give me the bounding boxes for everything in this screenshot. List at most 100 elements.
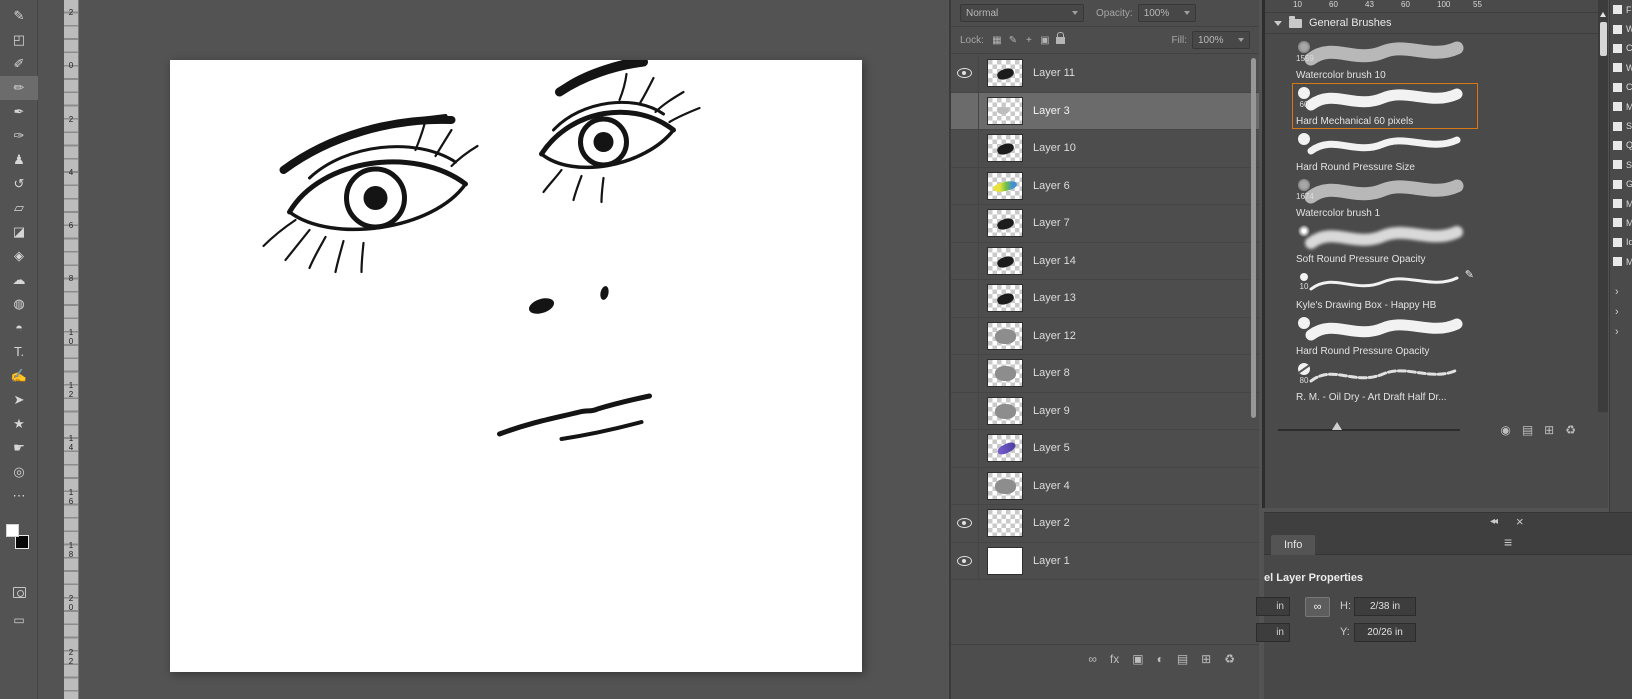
layer-row[interactable]: Layer 14 [951,242,1259,280]
layer-thumbnail[interactable] [987,359,1023,388]
delete-brush-button[interactable]: ♻ [1565,423,1576,437]
delete-layer-button[interactable]: ♻ [1224,652,1235,666]
layer-visibility-toggle[interactable] [951,280,979,317]
layer-thumbnail[interactable] [987,246,1023,275]
history-brush-tool[interactable]: ↺ [0,172,38,196]
layer-row[interactable]: Layer 9 [951,392,1259,430]
brush-preset[interactable]: Hard Round Pressure Opacity [1292,313,1478,359]
curvature-pen-tool[interactable]: ✎ [0,4,38,28]
strip-item[interactable]: Wat [1610,58,1632,77]
brush-tool[interactable]: ✏ [0,76,38,100]
layer-thumbnail[interactable] [987,96,1023,125]
collapse-panel-button[interactable]: ◂◂ [1490,516,1498,527]
tab-info[interactable]: Info [1271,535,1316,555]
brush-preset[interactable]: 1674 Watercolor brush 1 [1292,175,1478,221]
strip-item[interactable]: Wod [1610,19,1632,38]
background-color-swatch[interactable] [15,535,29,549]
brush-preset[interactable]: 1559 Watercolor brush 10 [1292,37,1478,83]
brush-preset[interactable]: 10 ✎ Kyle's Drawing Box - Happy HB [1292,267,1478,313]
smudge-tool[interactable]: ◍ [0,292,38,316]
strip-item[interactable]: Sep [1610,116,1632,135]
hand-tool[interactable]: ☛ [0,436,38,460]
strip-item[interactable]: Sav [1610,155,1632,174]
layer-mask-button[interactable]: ▣ [1132,652,1143,666]
panel-menu-icon[interactable]: ≡ [1504,534,1512,550]
paint-bucket-tool[interactable]: ◈ [0,244,38,268]
layer-visibility-toggle[interactable] [951,542,979,579]
brush-stroke-preview-toggle[interactable]: ◉ [1500,423,1510,437]
path-selection-tool[interactable]: ➤ [0,388,38,412]
strip-item[interactable]: Mo [1610,213,1632,232]
scroll-up-icon[interactable] [1600,12,1606,17]
layer-thumbnail[interactable] [987,321,1023,350]
clone-stamp-tool[interactable]: ♟ [0,148,38,172]
unit-select[interactable]: in [1256,623,1290,642]
layer-visibility-toggle[interactable] [951,467,979,504]
layer-thumbnail[interactable] [987,509,1023,538]
brush-preset[interactable]: Soft Round Pressure Opacity [1292,221,1478,267]
strip-item[interactable]: Cust [1610,78,1632,97]
crop-tool[interactable]: ◰ [0,28,38,52]
brush-tile[interactable]: 43 [1363,0,1383,10]
strip-item[interactable]: Qua [1610,136,1632,155]
layer-visibility-toggle[interactable] [951,92,979,129]
layer-row[interactable]: Layer 4 [951,467,1259,505]
opacity-select[interactable]: 100% [1137,4,1196,22]
strip-item[interactable]: Cast [1610,39,1632,58]
eyedropper-tool[interactable]: ✐ [0,52,38,76]
layer-row[interactable]: Layer 6 [951,167,1259,205]
layer-visibility-toggle[interactable] [951,242,979,279]
layer-thumbnail[interactable] [987,59,1023,88]
strip-item[interactable]: Idea [1610,233,1632,252]
layer-row[interactable]: Layer 12 [951,317,1259,355]
screen-mode-button[interactable]: ▭ [0,610,38,630]
blur-tool[interactable]: ☁ [0,268,38,292]
quick-mask-button[interactable] [0,584,38,604]
brush-tile[interactable]: 100 [1435,0,1455,10]
layer-row[interactable]: Layer 13 [951,280,1259,318]
document-canvas[interactable] [170,60,862,672]
zoom-tool[interactable]: ◎ [0,460,38,484]
layer-row[interactable]: Layer 7 [951,205,1259,243]
layers-scrollbar[interactable] [1251,58,1256,418]
layer-thumbnail[interactable] [987,471,1023,500]
slider-thumb-icon[interactable] [1332,422,1342,430]
layer-row[interactable]: Layer 11 [951,55,1259,93]
brush-tile[interactable]: 60 [1327,0,1347,10]
pencil-tool[interactable]: ✒ [0,100,38,124]
dodge-tool[interactable]: ◓ [0,316,38,340]
strip-item[interactable]: Mob [1610,97,1632,116]
brush-preset[interactable]: 60 Hard Mechanical 60 pixels [1292,83,1478,129]
layer-effects-button[interactable]: fx [1110,652,1119,666]
layer-visibility-toggle[interactable] [951,430,979,467]
pen-tool[interactable]: ✍ [0,364,38,388]
unit-select[interactable]: in [1256,597,1290,616]
brush-tile[interactable]: 60 [1399,0,1419,10]
strip-item[interactable]: Mix [1610,194,1632,213]
layer-thumbnail[interactable] [987,434,1023,463]
edit-toolbar-button[interactable]: ⋯ [0,484,38,508]
layer-row[interactable]: Layer 1 [951,542,1259,580]
layer-visibility-toggle[interactable] [951,505,979,542]
layer-visibility-toggle[interactable] [951,205,979,242]
brush-tile[interactable]: 10 [1291,0,1311,10]
fill-select[interactable]: 100% [1192,31,1250,49]
layer-visibility-toggle[interactable] [951,355,979,392]
expand-chevron-icon[interactable]: › [1610,322,1619,342]
y-value-field[interactable]: 20/26 in [1354,623,1416,642]
type-tool[interactable]: T. [0,340,38,364]
new-layer-button[interactable]: ⊞ [1201,652,1211,666]
brush-group-header[interactable]: General Brushes [1265,12,1608,34]
strip-item[interactable]: Moti [1610,252,1632,271]
custom-shape-tool[interactable]: ★ [0,412,38,436]
expand-chevron-icon[interactable]: › [1610,282,1619,302]
layer-thumbnail[interactable] [987,546,1023,575]
new-brush-button[interactable]: ⊞ [1544,423,1554,437]
lock-toggle-button[interactable]: + [1021,32,1037,50]
link-dimensions-button[interactable]: ∞ [1305,597,1330,617]
layer-row[interactable]: Layer 3 [951,92,1259,130]
layer-row[interactable]: Layer 5 [951,430,1259,468]
brushes-scrollbar-thumb[interactable] [1600,22,1607,56]
layer-visibility-toggle[interactable] [951,392,979,429]
close-panel-button[interactable]: × [1516,514,1524,529]
